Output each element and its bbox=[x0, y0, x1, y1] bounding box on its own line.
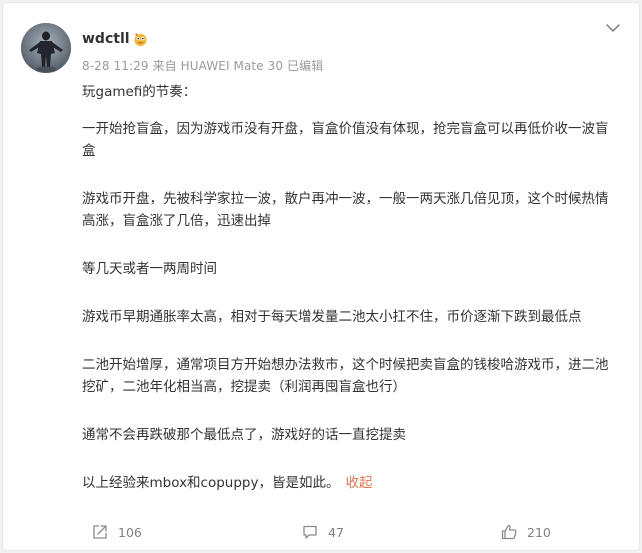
comment-icon bbox=[303, 525, 317, 539]
emoji-badge-icon bbox=[133, 32, 147, 46]
share-icon bbox=[93, 525, 107, 539]
post-content: 玩gamefi的节奏： 一开始抢盲盒，因为游戏币没有开盘，盲盒价值没有体现，抢完… bbox=[82, 81, 618, 520]
weibo-post-card: wdctll 8-28 11:29 来自 HUAWEI Mate 30 已编辑 … bbox=[2, 2, 640, 551]
thumbs-up-icon bbox=[501, 524, 517, 540]
collapse-link[interactable]: 收起 bbox=[346, 475, 373, 491]
action-bar: 106 47 210 bbox=[3, 521, 641, 549]
paragraph-last: 以上经验来mbox和copuppy，皆是如此。 收起 bbox=[82, 472, 618, 494]
paragraph: 游戏币早期通胀率太高，相对于每天增发量二池太小扛不住，币价逐渐下跌到最低点 bbox=[82, 309, 582, 325]
paragraph: 一开始抢盲盒，因为游戏币没有开盘，盲盒价值没有体现，抢完盲盒可以再低价收一波盲盒 bbox=[82, 121, 609, 159]
paragraph: 玩gamefi的节奏： bbox=[82, 84, 197, 100]
comment-count: 47 bbox=[328, 524, 344, 540]
like-count: 210 bbox=[527, 524, 551, 540]
avatar-image bbox=[21, 23, 71, 73]
paragraph: 等几天或者一两周时间 bbox=[82, 261, 217, 277]
username[interactable]: wdctll bbox=[82, 31, 130, 47]
share-count: 106 bbox=[118, 524, 142, 540]
paragraph: 通常不会再跌破那个最低点了，游戏好的话一直挖提卖 bbox=[82, 427, 406, 443]
paragraph: 游戏币开盘，先被科学家拉一波，散户再冲一波，一般一两天涨几倍见顶，这个时候热情高… bbox=[82, 191, 609, 229]
last-paragraph-text: 以上经验来mbox和copuppy，皆是如此。 bbox=[82, 475, 340, 491]
avatar[interactable] bbox=[21, 23, 71, 73]
share-button[interactable]: 106 bbox=[91, 523, 142, 541]
like-button[interactable]: 210 bbox=[500, 523, 551, 541]
paragraph: 二池开始增厚，通常项目方开始想办法救市，这个时候把卖盲盒的钱梭哈游戏币，进二池挖… bbox=[82, 357, 609, 395]
post-meta: 8-28 11:29 来自 HUAWEI Mate 30 已编辑 bbox=[82, 59, 324, 73]
username-row: wdctll bbox=[82, 31, 148, 47]
chevron-down-icon[interactable] bbox=[605, 20, 621, 36]
comment-button[interactable]: 47 bbox=[301, 523, 344, 541]
